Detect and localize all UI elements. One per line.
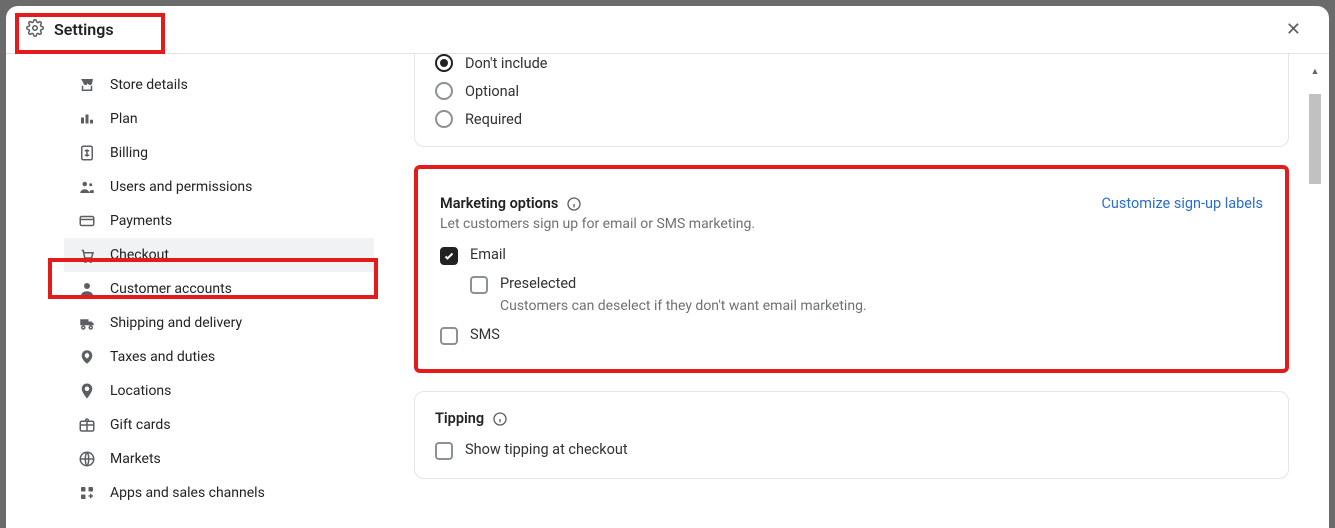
sidebar-item-apps-sales-channels[interactable]: Apps and sales channels bbox=[64, 476, 374, 510]
giftcards-icon bbox=[78, 416, 96, 434]
shipping-icon bbox=[78, 314, 96, 332]
sidebar-item-label: Checkout bbox=[110, 247, 169, 263]
sidebar-item-locations[interactable]: Locations bbox=[64, 374, 374, 408]
sidebar-item-label: Gift cards bbox=[110, 417, 171, 433]
card-include-options: Don't include Optional Required bbox=[414, 54, 1289, 147]
settings-sidebar: Store details Plan Billing Users and per… bbox=[64, 54, 374, 528]
customer-icon bbox=[78, 280, 96, 298]
radio-icon bbox=[435, 82, 453, 100]
sidebar-item-label: Users and permissions bbox=[110, 179, 252, 195]
sidebar-item-label: Apps and sales channels bbox=[110, 485, 265, 501]
taxes-icon: $ bbox=[78, 348, 96, 366]
locations-icon bbox=[78, 382, 96, 400]
checkbox-label: Email bbox=[470, 246, 506, 263]
radio-label: Don't include bbox=[465, 55, 547, 72]
sidebar-item-plan[interactable]: Plan bbox=[64, 102, 374, 136]
sidebar-item-checkout[interactable]: Checkout bbox=[64, 238, 374, 272]
page-title: Settings bbox=[54, 20, 114, 39]
radio-icon bbox=[435, 110, 453, 128]
sidebar-item-label: Store details bbox=[110, 77, 188, 93]
radio-label: Optional bbox=[465, 83, 519, 100]
card-title: Tipping bbox=[435, 410, 484, 427]
markets-icon bbox=[78, 450, 96, 468]
sidebar-item-markets[interactable]: Markets bbox=[64, 442, 374, 476]
checkbox-label: Preselected bbox=[500, 275, 576, 292]
checkbox-label: SMS bbox=[470, 326, 500, 343]
payments-icon bbox=[78, 212, 96, 230]
radio-optional[interactable]: Optional bbox=[435, 82, 1268, 100]
sidebar-item-label: Customer accounts bbox=[110, 281, 232, 297]
sidebar-item-store-details[interactable]: Store details bbox=[64, 68, 374, 102]
settings-main: Don't include Optional Required bbox=[374, 54, 1329, 528]
radio-required[interactable]: Required bbox=[435, 110, 1268, 128]
info-icon[interactable] bbox=[566, 196, 582, 212]
sidebar-item-shipping-delivery[interactable]: Shipping and delivery bbox=[64, 306, 374, 340]
sidebar-item-label: Taxes and duties bbox=[110, 349, 215, 365]
settings-header: Settings ✕ bbox=[6, 6, 1329, 54]
scroll-up-icon: ▲ bbox=[1307, 64, 1323, 78]
checkbox-label: Show tipping at checkout bbox=[465, 441, 628, 458]
sidebar-item-users-permissions[interactable]: Users and permissions bbox=[64, 170, 374, 204]
close-icon: ✕ bbox=[1286, 19, 1301, 39]
card-description: Let customers sign up for email or SMS m… bbox=[440, 216, 1263, 232]
store-icon bbox=[78, 76, 96, 94]
checkbox-icon bbox=[435, 442, 453, 460]
info-icon[interactable] bbox=[492, 411, 508, 427]
sidebar-item-payments[interactable]: Payments bbox=[64, 204, 374, 238]
sidebar-item-billing[interactable]: Billing bbox=[64, 136, 374, 170]
scrollbar-thumb[interactable] bbox=[1309, 94, 1321, 184]
checkout-icon bbox=[78, 246, 96, 264]
sidebar-item-gift-cards[interactable]: Gift cards bbox=[64, 408, 374, 442]
checkbox-preselected[interactable]: Preselected bbox=[470, 275, 1263, 294]
checkbox-icon bbox=[470, 276, 488, 294]
sidebar-item-label: Billing bbox=[110, 145, 148, 161]
radio-dont-include[interactable]: Don't include bbox=[435, 54, 1268, 72]
plan-icon bbox=[78, 110, 96, 128]
card-marketing-options: Marketing options Customize sign-up labe… bbox=[414, 165, 1289, 373]
sidebar-item-label: Markets bbox=[110, 451, 161, 467]
sidebar-item-customer-accounts[interactable]: Customer accounts bbox=[64, 272, 374, 306]
gear-icon bbox=[26, 19, 44, 41]
sidebar-item-label: Locations bbox=[110, 383, 171, 399]
customize-signup-labels-link[interactable]: Customize sign-up labels bbox=[1101, 195, 1263, 212]
checkbox-sms[interactable]: SMS bbox=[440, 326, 1263, 345]
scrollbar[interactable]: ▲ bbox=[1307, 64, 1323, 524]
checkbox-email[interactable]: Email bbox=[440, 246, 1263, 265]
sidebar-item-label: Payments bbox=[110, 213, 172, 229]
card-title: Marketing options bbox=[440, 195, 558, 212]
sidebar-item-label: Shipping and delivery bbox=[110, 315, 242, 331]
billing-icon bbox=[78, 144, 96, 162]
users-icon bbox=[78, 178, 96, 196]
checkbox-show-tipping[interactable]: Show tipping at checkout bbox=[435, 441, 1268, 460]
apps-icon bbox=[78, 484, 96, 502]
sidebar-item-taxes-duties[interactable]: $ Taxes and duties bbox=[64, 340, 374, 374]
sidebar-item-label: Plan bbox=[110, 111, 138, 127]
radio-icon bbox=[435, 54, 453, 72]
close-button[interactable]: ✕ bbox=[1278, 15, 1309, 44]
preselected-help-text: Customers can deselect if they don't wan… bbox=[500, 298, 1263, 314]
checkbox-icon bbox=[440, 327, 458, 345]
checkbox-icon bbox=[440, 247, 458, 265]
card-tipping: Tipping Show tipping at checkout bbox=[414, 391, 1289, 479]
radio-label: Required bbox=[465, 111, 522, 128]
